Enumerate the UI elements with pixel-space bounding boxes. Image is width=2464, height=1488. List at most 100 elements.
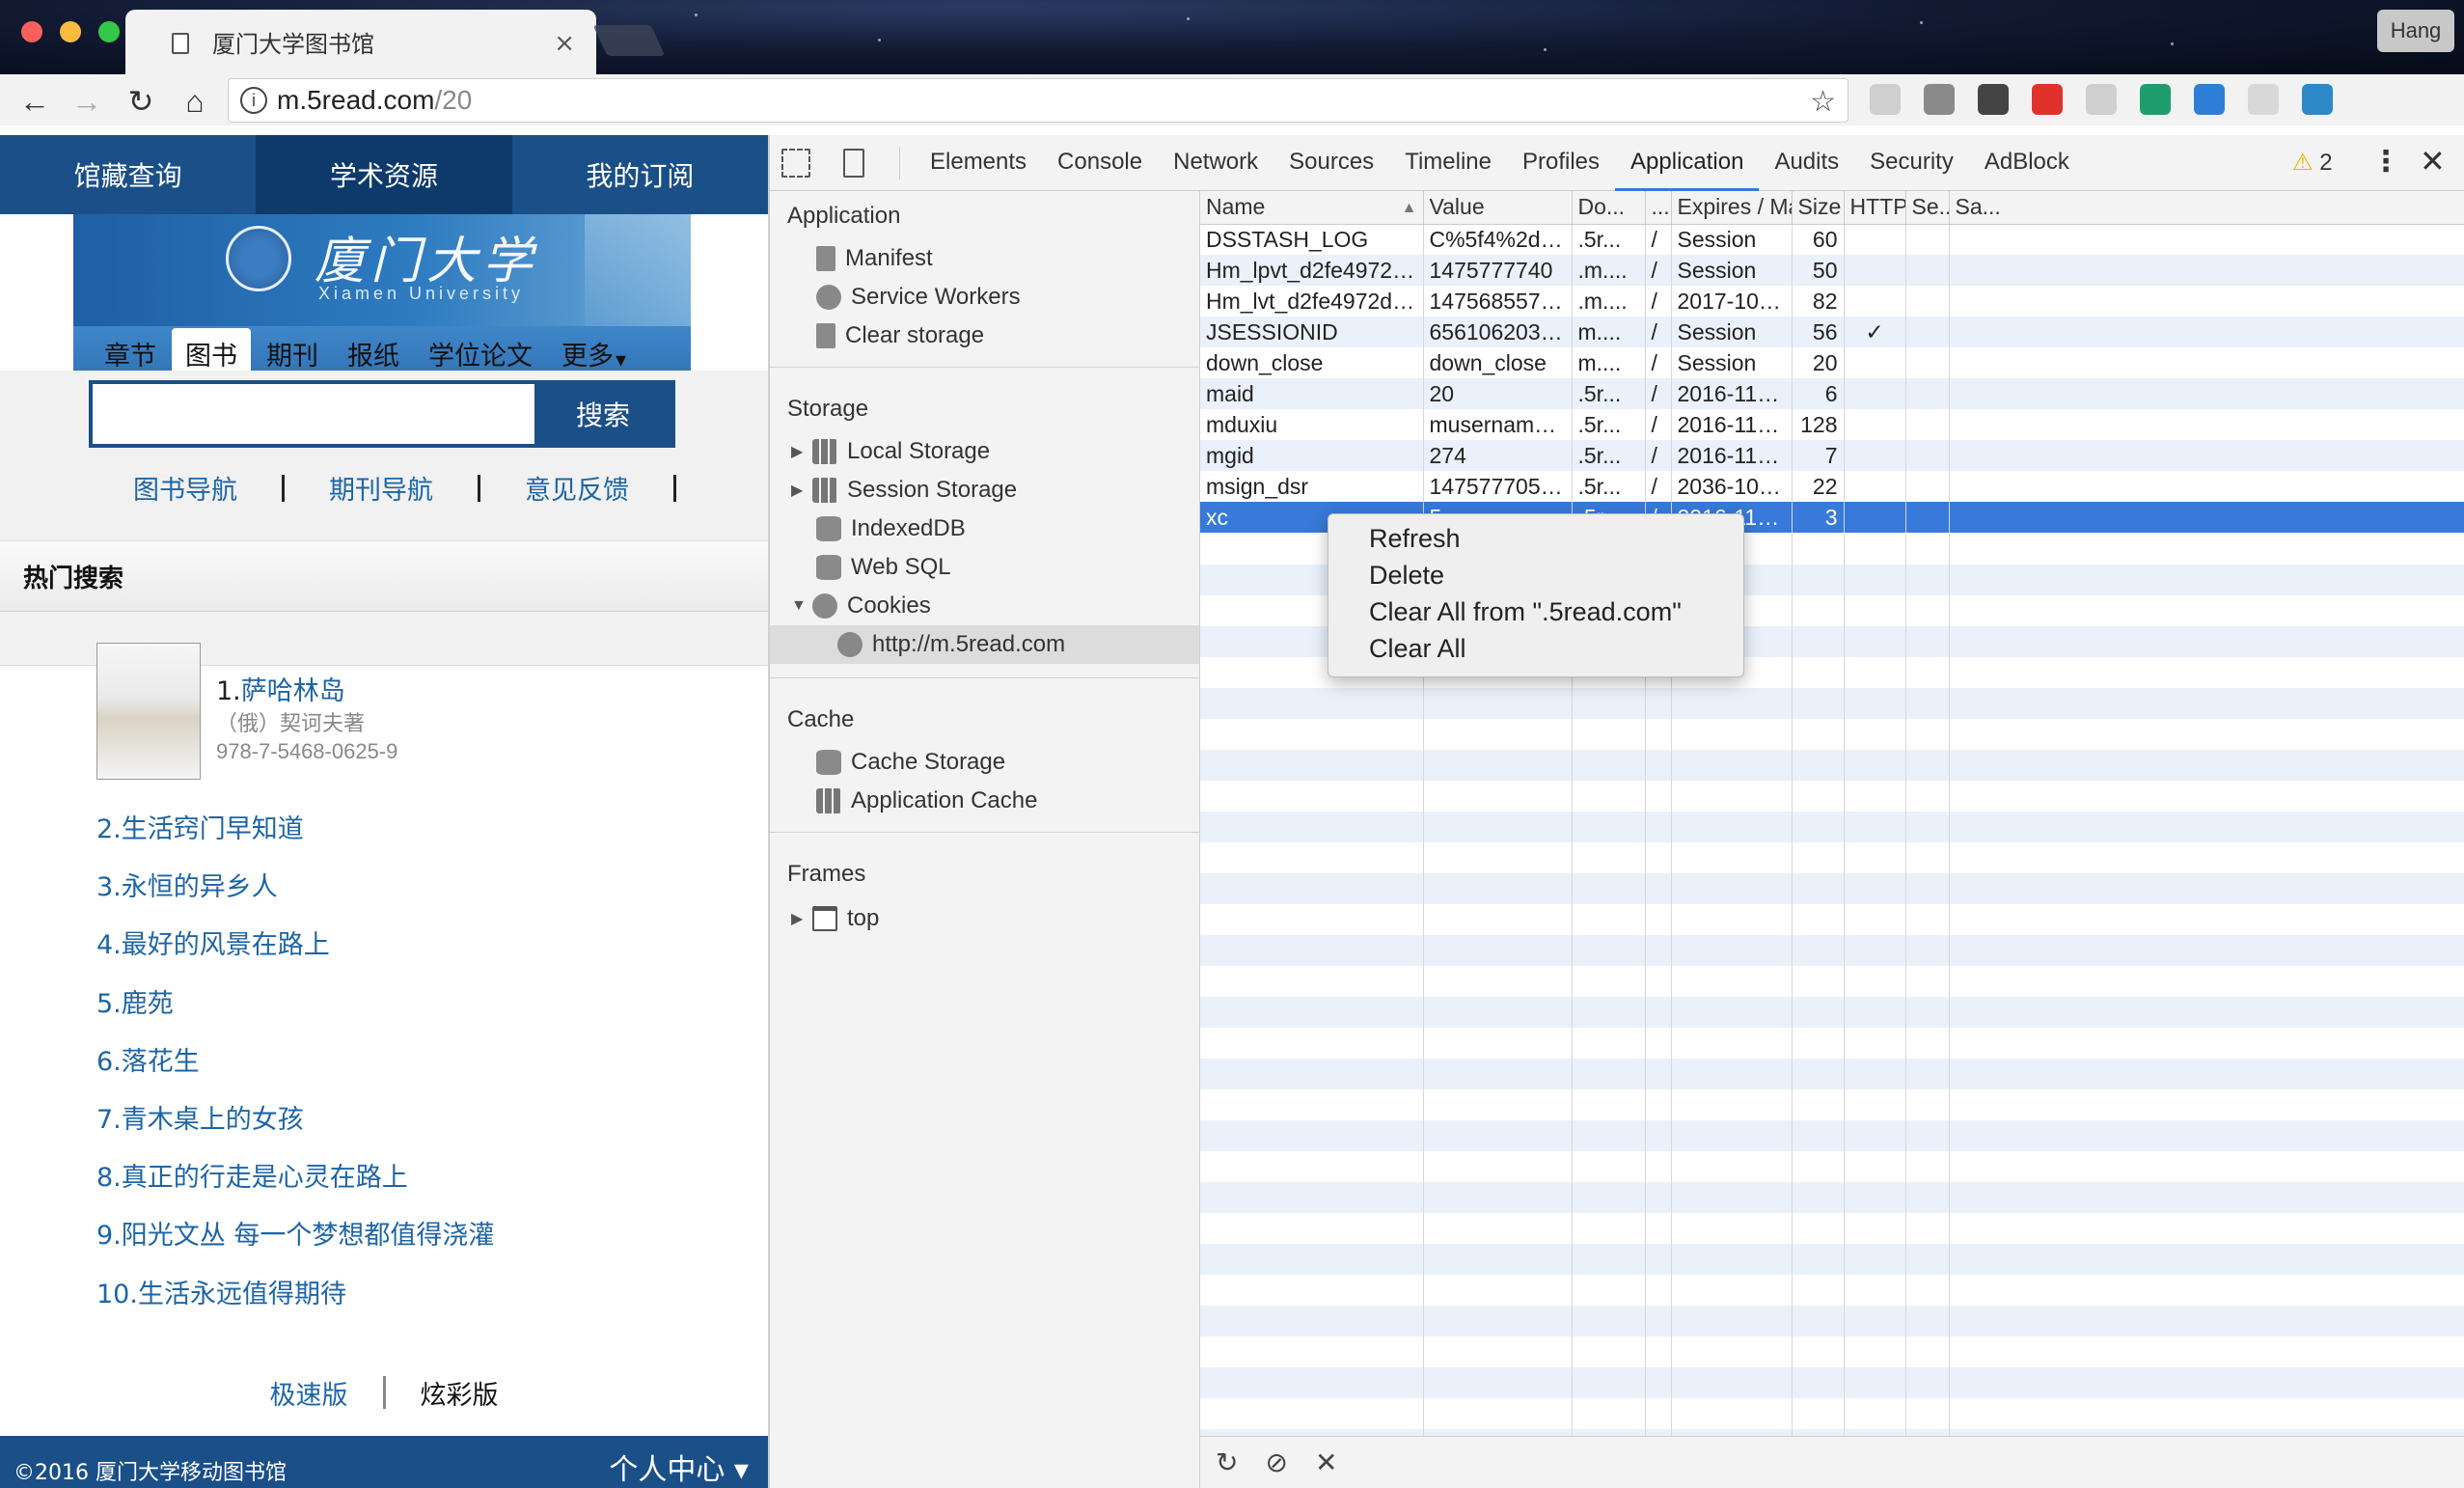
- nav-my-subscriptions[interactable]: 我的订阅: [512, 135, 768, 214]
- extension-icon[interactable]: [1924, 84, 1955, 115]
- tab-console[interactable]: Console: [1042, 135, 1158, 191]
- hot-book-first[interactable]: 1.萨哈林岛 （俄）契诃夫著 978-7-5468-0625-9: [96, 643, 675, 780]
- table-row[interactable]: DSSTASH_LOGC%5f4%2dUN%5f....5r.../Sessio…: [1200, 224, 2464, 255]
- hot-search-item[interactable]: 10.生活永远值得期待: [96, 1266, 494, 1324]
- sidebar-item-cookie-origin[interactable]: http://m.5read.com: [770, 625, 1199, 664]
- table-row[interactable]: down_close down_close m.... / Session 20: [1200, 347, 2464, 378]
- hot-search-item[interactable]: 9.阳光文丛 每一个梦想都值得浇灌: [96, 1207, 494, 1265]
- inspect-element-icon[interactable]: [781, 149, 810, 178]
- extension-icon[interactable]: [2086, 84, 2117, 115]
- menu-item-clear-all-from-domain[interactable]: Clear All from ".5read.com": [1328, 593, 1743, 630]
- zoom-window-button[interactable]: [98, 21, 120, 42]
- extension-icon[interactable]: [2032, 84, 2063, 115]
- new-tab-button[interactable]: [592, 25, 666, 56]
- table-row[interactable]: JSESSIONID656106203D6B402...m..../Sessio…: [1200, 317, 2464, 347]
- devtools-menu-icon[interactable]: ⋮: [2371, 145, 2400, 179]
- menu-item-clear-all[interactable]: Clear All: [1328, 630, 1743, 667]
- hot-search-item[interactable]: 7.青木桌上的女孩: [96, 1091, 494, 1149]
- menu-item-delete[interactable]: Delete: [1328, 557, 1743, 593]
- extension-icon[interactable]: [1978, 84, 2009, 115]
- sidebar-item-application-cache[interactable]: Application Cache: [816, 782, 1037, 820]
- sidebar-item-manifest[interactable]: Manifest: [816, 239, 933, 278]
- hot-search-item[interactable]: 2.生活窍门早知道: [96, 801, 494, 859]
- nav-academic-resources[interactable]: 学术资源: [256, 135, 512, 214]
- table-row[interactable]: Hm_lpvt_d2fe4972d5c5737ef7...1475777740.…: [1200, 255, 2464, 286]
- info-icon[interactable]: i: [240, 87, 267, 114]
- sidebar-item-web-sql[interactable]: Web SQL: [816, 548, 951, 587]
- table-row[interactable]: maid20.5r.../2016-11-05T1...6: [1200, 378, 2464, 409]
- personal-center-link[interactable]: 个人中心 ▾: [609, 1446, 749, 1488]
- home-icon[interactable]: ⌂: [178, 84, 212, 119]
- book-cover-image[interactable]: [96, 643, 201, 780]
- column-path[interactable]: ...: [1645, 191, 1672, 225]
- link-journal-navigation[interactable]: 期刊导航: [285, 469, 478, 507]
- address-bar[interactable]: i m.5read.com /20 ☆: [228, 78, 1848, 123]
- back-arrow-icon[interactable]: ←: [17, 84, 52, 119]
- site-search-input[interactable]: [93, 384, 534, 444]
- column-expires[interactable]: Expires / Max-...: [1671, 191, 1793, 225]
- tab-timeline[interactable]: Timeline: [1389, 135, 1507, 191]
- tab-network[interactable]: Network: [1158, 135, 1273, 191]
- table-row[interactable]: msign_dsr1475777050002.5r.../2036-10-01T…: [1200, 471, 2464, 502]
- column-domain[interactable]: Do...: [1572, 191, 1646, 225]
- sidebar-item-indexeddb[interactable]: IndexedDB: [816, 510, 966, 548]
- tab-adblock[interactable]: AdBlock: [1969, 135, 2085, 191]
- tab-security[interactable]: Security: [1854, 135, 1969, 191]
- hot-search-item[interactable]: 5.鹿苑: [96, 976, 494, 1033]
- clear-all-icon[interactable]: ⊘: [1265, 1447, 1287, 1478]
- table-row[interactable]: mgid274.5r.../2016-11-05T1...7: [1200, 440, 2464, 471]
- forward-arrow-icon[interactable]: →: [69, 84, 104, 119]
- sidebar-item-cookies[interactable]: ▼ Cookies: [791, 587, 931, 625]
- bookmark-star-icon[interactable]: ☆: [1810, 85, 1836, 119]
- column-size[interactable]: Size: [1792, 191, 1845, 225]
- tab-audits[interactable]: Audits: [1759, 135, 1854, 191]
- sidebar-item-clear-storage[interactable]: Clear storage: [816, 317, 984, 355]
- hot-search-item[interactable]: 4.最好的风景在路上: [96, 917, 494, 975]
- collapse-arrow-icon[interactable]: ▼: [791, 597, 812, 615]
- device-toolbar-icon[interactable]: [843, 149, 864, 178]
- expand-arrow-icon[interactable]: ▶: [791, 442, 812, 461]
- link-feedback[interactable]: 意见反馈: [480, 469, 673, 507]
- table-row[interactable]: Hm_lvt_d2fe4972d5c5737ef70...1475685575,…: [1200, 286, 2464, 317]
- nav-collection-search[interactable]: 馆藏查询: [0, 135, 256, 214]
- table-row[interactable]: mduxiumusername%2c%....5r.../2016-11-05T…: [1200, 409, 2464, 440]
- menu-item-refresh[interactable]: Refresh: [1328, 520, 1743, 557]
- tab-elements[interactable]: Elements: [915, 135, 1042, 191]
- column-secure[interactable]: Se...: [1905, 191, 1950, 225]
- delete-selected-icon[interactable]: ✕: [1315, 1447, 1337, 1478]
- tab-profiles[interactable]: Profiles: [1507, 135, 1615, 191]
- column-http[interactable]: HTTP: [1844, 191, 1906, 225]
- book-title-link[interactable]: 萨哈林岛: [241, 676, 345, 706]
- site-search-button[interactable]: 搜索: [534, 384, 671, 444]
- tab-application[interactable]: Application: [1615, 135, 1760, 191]
- sidebar-item-local-storage[interactable]: ▶ Local Storage: [791, 432, 990, 471]
- expand-arrow-icon[interactable]: ▶: [791, 481, 812, 500]
- column-value[interactable]: Value: [1423, 191, 1573, 225]
- tab-close-icon[interactable]: ×: [554, 29, 575, 58]
- minimize-window-button[interactable]: [60, 21, 81, 42]
- column-samesite[interactable]: Sa...: [1949, 191, 2464, 225]
- refresh-icon[interactable]: ↻: [1216, 1447, 1238, 1478]
- extension-icon[interactable]: [2194, 84, 2225, 115]
- extension-icon[interactable]: [1870, 84, 1901, 115]
- sidebar-item-cache-storage[interactable]: Cache Storage: [816, 743, 1005, 782]
- sidebar-item-service-workers[interactable]: Service Workers: [816, 278, 1021, 317]
- hot-search-item[interactable]: 8.真正的行走是心灵在路上: [96, 1149, 494, 1207]
- fast-version-link[interactable]: 极速版: [270, 1374, 348, 1412]
- profile-button[interactable]: Hang: [2377, 10, 2454, 52]
- link-book-navigation[interactable]: 图书导航: [89, 469, 282, 507]
- devtools-close-icon[interactable]: ✕: [2420, 143, 2446, 179]
- expand-arrow-icon[interactable]: ▶: [791, 909, 812, 928]
- hot-search-item[interactable]: 6.落花生: [96, 1033, 494, 1091]
- browser-tab[interactable]: 厦门大学图书馆 ×: [125, 10, 596, 74]
- extension-icon[interactable]: [2140, 84, 2171, 115]
- hot-search-item[interactable]: 3.永恒的异乡人: [96, 859, 494, 917]
- column-name[interactable]: Name ▲: [1200, 191, 1424, 225]
- sidebar-item-frame-top[interactable]: ▶ top: [791, 899, 879, 938]
- extension-icon[interactable]: [2302, 84, 2333, 115]
- tab-sources[interactable]: Sources: [1273, 135, 1389, 191]
- extension-icon[interactable]: [2248, 84, 2279, 115]
- reload-icon[interactable]: ↻: [123, 84, 158, 119]
- warnings-counter[interactable]: ⚠ 2: [2292, 149, 2333, 177]
- book-title[interactable]: 1.萨哈林岛: [216, 670, 345, 707]
